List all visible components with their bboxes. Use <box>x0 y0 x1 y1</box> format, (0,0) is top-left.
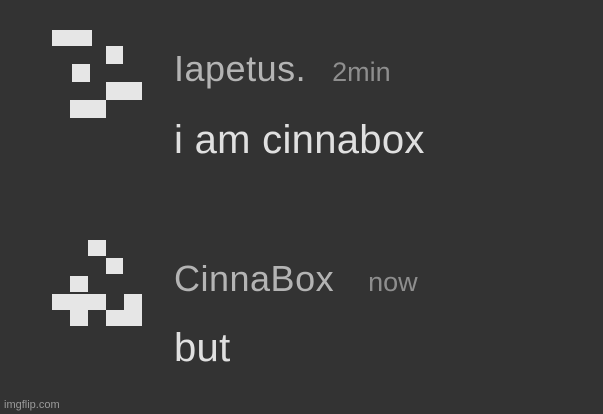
imgflip-watermark: imgflip.com <box>4 399 60 411</box>
message-text: but <box>174 326 231 370</box>
pixel-avatar-icon <box>52 240 142 326</box>
message-timestamp: now <box>368 267 418 297</box>
message-text: i am cinnabox <box>174 118 425 162</box>
chat-message: Iapetus. 2min i am cinnabox <box>0 30 603 170</box>
message-header: CinnaBox now <box>174 258 418 300</box>
message-timestamp: 2min <box>332 57 391 87</box>
user-avatar-icon[interactable] <box>52 30 144 122</box>
chat-message: CinnaBox now but <box>0 238 603 378</box>
pixel-avatar-icon <box>52 30 142 118</box>
message-header: Iapetus. 2min <box>174 48 391 90</box>
author-name[interactable]: Iapetus. <box>174 48 306 89</box>
author-name[interactable]: CinnaBox <box>174 258 334 299</box>
user-avatar-icon[interactable] <box>52 238 144 330</box>
